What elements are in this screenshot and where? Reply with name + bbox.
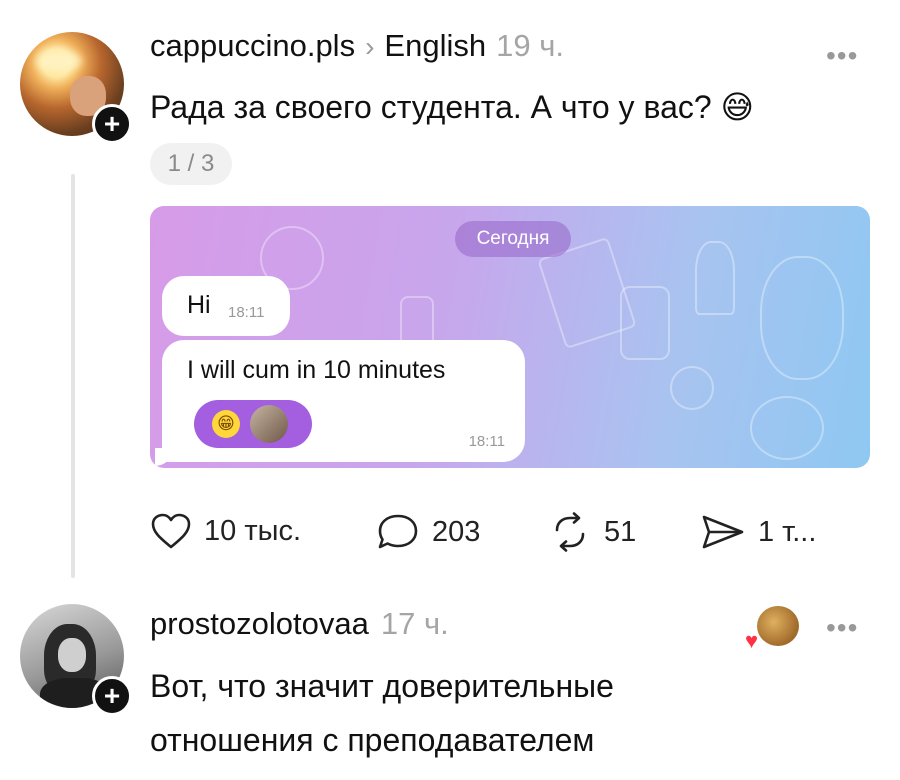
like-count: 10 тыс. (204, 514, 301, 547)
reaction-sticker-icon: ♥ (745, 602, 801, 653)
doodle-cup (620, 286, 670, 360)
doodle-flamingo (760, 256, 844, 380)
follow-plus-icon[interactable]: + (92, 676, 132, 716)
message-time: 18:11 (228, 304, 265, 321)
post-header: prostozolotovaa 17 ч. (150, 606, 449, 642)
follow-plus-icon[interactable]: + (92, 104, 132, 144)
heart-icon (151, 513, 191, 549)
more-options-icon[interactable]: ••• (826, 612, 858, 644)
message-bubble: I will cum in 10 minutes 😁 18:11 (162, 340, 525, 462)
doodle-clover (670, 366, 714, 410)
sticker-blob (757, 606, 799, 646)
sweat-smile-emoji: 😅 (720, 89, 754, 125)
share-icon (702, 515, 744, 549)
like-button[interactable]: 10 тыс. (150, 512, 301, 550)
message-bubble: Hi 18:11 (162, 276, 290, 336)
post-header: cappuccino.pls › English 19 ч. (150, 28, 564, 64)
post-text-content: Рада за своего студента. А что у вас? (150, 89, 712, 125)
comment-icon (378, 514, 418, 549)
message-text: Hi (187, 291, 211, 319)
post-text-line: отношения с преподавателем (150, 722, 595, 758)
share-button[interactable]: 1 т... (700, 512, 816, 552)
topic-tag[interactable]: English (384, 28, 486, 64)
post-text-line: Вот, что значит доверительные (150, 668, 614, 704)
comment-button[interactable]: 203 (376, 512, 480, 552)
bubble-tail (155, 448, 173, 466)
thread-line (71, 174, 75, 578)
avatar-highlight (36, 50, 82, 72)
chevron-right-icon: › (365, 31, 375, 62)
plus-label: + (103, 680, 121, 711)
repost-button[interactable]: 51 (548, 512, 636, 552)
username[interactable]: prostozolotovaa (150, 606, 369, 642)
comment-count: 203 (432, 515, 481, 548)
reaction-badge: 😁 (194, 400, 312, 448)
grin-emoji-icon: 😁 (212, 410, 240, 438)
message-time: 18:11 (468, 433, 505, 450)
heart-small-icon: ♥ (745, 628, 759, 653)
post-image[interactable]: Сегодня Hi 18:11 I will cum in 10 minute… (150, 206, 870, 468)
share-count: 1 т... (758, 515, 817, 548)
post-time: 17 ч. (380, 606, 449, 641)
more-options-icon[interactable]: ••• (826, 40, 858, 72)
post-text: Рада за своего студента. А что у вас? 😅 (150, 88, 754, 126)
reaction-avatar (250, 405, 288, 443)
post-time: 19 ч. (496, 28, 564, 63)
plus-label: + (103, 108, 121, 139)
doodle-coconut (750, 396, 824, 460)
avatar-face (58, 638, 86, 672)
date-badge: Сегодня (455, 221, 571, 257)
doodle-icecream (695, 241, 735, 315)
message-text: I will cum in 10 minutes (187, 356, 446, 384)
repost-count: 51 (604, 515, 637, 548)
repost-icon (555, 512, 585, 552)
username[interactable]: cappuccino.pls (150, 28, 355, 64)
image-counter: 1 / 3 (150, 143, 232, 185)
